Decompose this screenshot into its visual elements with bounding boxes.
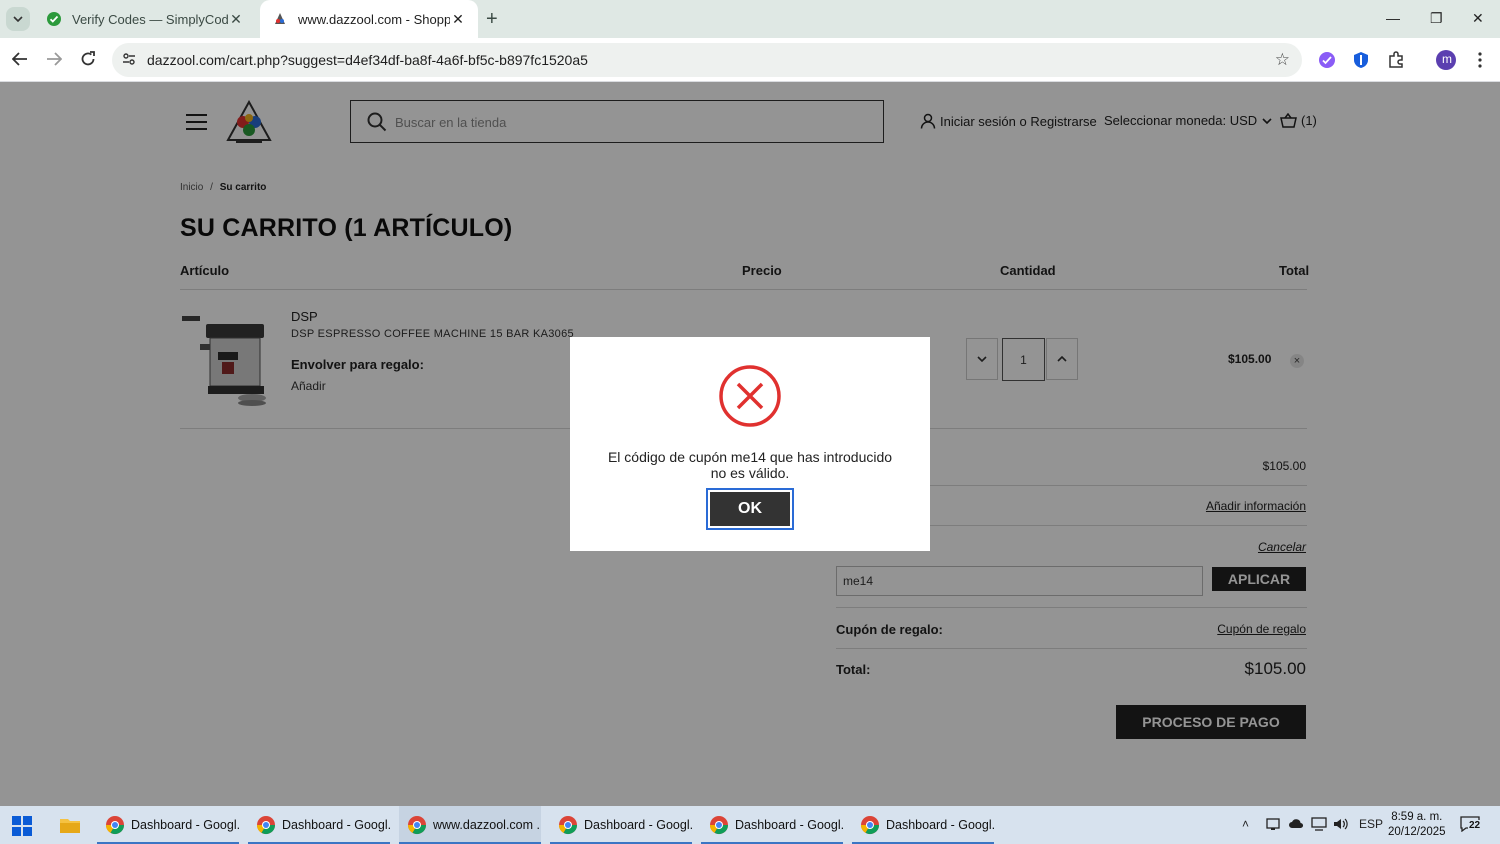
minimize-button[interactable]: — [1386,10,1400,26]
profile-avatar[interactable]: m [1436,50,1456,70]
shield-icon [1354,52,1368,68]
file-explorer-icon[interactable] [59,815,81,835]
new-tab-button[interactable]: + [486,8,498,31]
chrome-icon [710,816,728,835]
forward-button[interactable] [43,48,65,70]
address-bar[interactable]: dazzool.com/cart.php?suggest=d4ef34df-ba… [112,43,1302,77]
tab-simplycodes[interactable]: Verify Codes — SimplyCodes ✕ [34,0,256,38]
back-button[interactable] [9,48,31,70]
clock-date: 20/12/2025 [1388,826,1446,838]
system-clock[interactable]: 8:59 a. m. 20/12/2025 [1388,810,1446,840]
extension-icon[interactable] [1317,50,1337,70]
error-dialog: El código de cupón me14 que has introduc… [570,337,930,551]
language-indicator[interactable]: ESP [1359,817,1383,831]
windows-start-icon[interactable] [12,816,32,836]
extensions-button[interactable] [1386,50,1406,70]
notification-center-button[interactable]: 22 [1460,816,1484,834]
tab-title: Verify Codes — SimplyCodes [72,11,228,27]
bookmark-star-icon[interactable]: ☆ [1275,50,1290,70]
tab-title: www.dazzool.com - Shopping Cart [298,11,450,27]
clock-time: 8:59 a. m. [1391,811,1443,823]
close-icon[interactable]: ✕ [228,11,244,28]
ok-button[interactable]: OK [706,488,794,530]
error-message: El código de cupón me14 que has introduc… [607,449,893,481]
chevron-down-icon [13,16,23,22]
taskbar-app-label: Dashboard - Googl... [282,818,390,832]
taskbar-app-label: www.dazzool.com ... [433,818,541,832]
taskbar-app-dashboard-1[interactable]: Dashboard - Googl... [97,806,239,844]
error-x-icon [719,365,781,427]
arrow-left-icon [12,52,27,66]
chrome-icon [408,816,426,835]
taskbar-app-label: Dashboard - Googl... [886,818,994,832]
browser-menu-button[interactable] [1470,50,1490,70]
meet-now-icon[interactable] [1266,817,1280,831]
cart-page: Iniciar sesión o Registrarse Seleccionar… [0,82,1500,806]
kebab-menu-icon [1478,52,1482,68]
taskbar: Dashboard - Googl... Dashboard - Googl..… [0,806,1500,844]
tray-chevron-up-icon[interactable]: ˄ [1242,817,1249,831]
tab-search-button[interactable] [6,7,30,31]
puzzle-icon [1389,51,1403,68]
profile-initial: m [1442,52,1452,66]
simplycodes-favicon-icon [47,12,61,26]
arrow-right-icon [47,52,62,66]
reload-button[interactable] [77,48,99,70]
close-window-button[interactable]: ✕ [1472,10,1484,27]
bitwarden-extension-icon[interactable] [1351,50,1371,70]
close-icon[interactable]: ✕ [450,11,466,28]
notification-count: 22 [1468,820,1482,831]
restore-button[interactable]: ❐ [1430,10,1443,27]
site-info-icon [123,53,135,65]
chrome-icon [861,816,879,835]
taskbar-app-dashboard-4[interactable]: Dashboard - Googl... [701,806,843,844]
network-icon[interactable] [1311,817,1327,831]
taskbar-app-dazzool[interactable]: www.dazzool.com ... [399,806,541,844]
volume-icon[interactable] [1333,817,1349,831]
onedrive-cloud-icon[interactable] [1288,817,1304,829]
taskbar-app-dashboard-3[interactable]: Dashboard - Googl... [550,806,692,844]
tab-dazzool[interactable]: www.dazzool.com - Shopping Cart ✕ [260,0,478,38]
taskbar-app-label: Dashboard - Googl... [584,818,692,832]
browser-toolbar: dazzool.com/cart.php?suggest=d4ef34df-ba… [0,38,1500,82]
dazzool-favicon-icon [275,13,285,24]
browser-tab-bar: Verify Codes — SimplyCodes ✕ www.dazzool… [0,0,1500,38]
taskbar-app-dashboard-5[interactable]: Dashboard - Googl... [852,806,994,844]
simplycodes-extension-icon [1319,52,1335,68]
url-text: dazzool.com/cart.php?suggest=d4ef34df-ba… [147,52,588,68]
taskbar-app-label: Dashboard - Googl... [735,818,843,832]
chrome-icon [106,816,124,835]
reload-icon [81,51,95,66]
taskbar-app-dashboard-2[interactable]: Dashboard - Googl... [248,806,390,844]
chrome-icon [257,816,275,835]
taskbar-app-label: Dashboard - Googl... [131,818,239,832]
chrome-icon [559,816,577,835]
